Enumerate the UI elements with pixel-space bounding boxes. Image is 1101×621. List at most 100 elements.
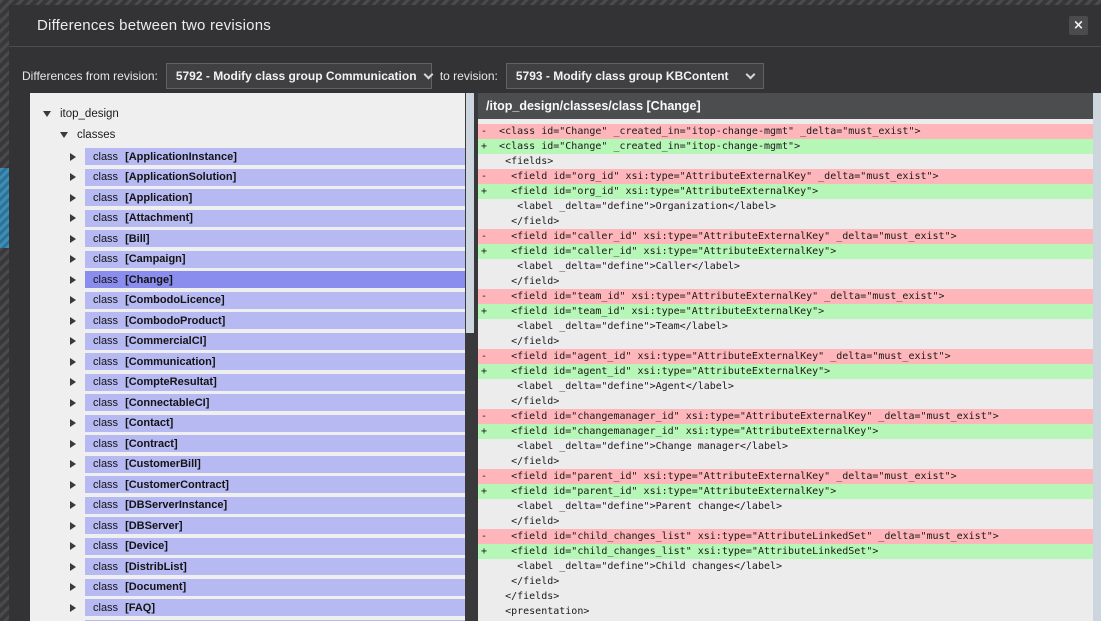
expand-icon[interactable]	[70, 522, 76, 530]
expand-icon[interactable]	[70, 378, 76, 386]
tree-class-row[interactable]: class [Device]	[30, 538, 466, 555]
tree-class-bar[interactable]: class [DistribList]	[85, 558, 465, 575]
tree-class-bar[interactable]: class [CommercialCI]	[85, 333, 465, 350]
tree-class-bar[interactable]: class [Device]	[85, 538, 465, 555]
tree-class-bar[interactable]: class [ApplicationSolution]	[85, 169, 465, 186]
class-tree-panel: itop_design classes class [ApplicationIn…	[30, 93, 466, 621]
tree-class-bar[interactable]: class [Campaign]	[85, 251, 465, 268]
tree-class-row[interactable]: class [Document]	[30, 579, 466, 596]
tree-node-itop-design[interactable]: itop_design	[30, 103, 466, 124]
desktop-blue-streak	[0, 168, 9, 248]
expand-icon[interactable]	[70, 337, 76, 345]
from-revision-select[interactable]: 5792 - Modify class group Communication	[166, 63, 432, 89]
tree-class-bar[interactable]: class [ConnectableCI]	[85, 394, 465, 411]
tree-class-row[interactable]: class [CommercialCI]	[30, 333, 466, 350]
tree-class-prefix: class	[93, 253, 118, 265]
tree-class-bar[interactable]: class [CombodoLicence]	[85, 292, 465, 309]
tree-class-row[interactable]: class [FAQ]	[30, 599, 466, 616]
tree-class-name: [CompteResultat]	[125, 376, 217, 388]
tree-class-row[interactable]: class [DBServerInstance]	[30, 497, 466, 514]
tree-class-bar[interactable]: class [CompteResultat]	[85, 374, 465, 391]
expand-icon[interactable]	[70, 235, 76, 243]
differences-dialog: Differences between two revisions × Diff…	[9, 5, 1101, 621]
diff-line: </fields>	[478, 589, 1093, 604]
tree-class-prefix: class	[93, 335, 118, 347]
tree-class-bar[interactable]: class [Bill]	[85, 230, 465, 247]
expand-icon[interactable]	[70, 563, 76, 571]
tree-class-bar[interactable]: class [DBServerInstance]	[85, 497, 465, 514]
expand-icon[interactable]	[70, 604, 76, 612]
tree-class-bar[interactable]: class [Application]	[85, 189, 465, 206]
expand-icon[interactable]	[70, 460, 76, 468]
tree-class-prefix: class	[93, 171, 118, 183]
expand-icon[interactable]	[70, 542, 76, 550]
expand-icon[interactable]	[70, 481, 76, 489]
tree-class-row[interactable]: class [ApplicationSolution]	[30, 169, 466, 186]
expand-icon[interactable]	[70, 583, 76, 591]
tree-class-row[interactable]: class [Attachment]	[30, 210, 466, 227]
expand-icon[interactable]	[70, 173, 76, 181]
tree-class-bar[interactable]: class [Contact]	[85, 415, 465, 432]
tree-class-prefix: class	[93, 520, 118, 532]
expand-icon[interactable]	[70, 419, 76, 427]
tree-scrollbar-thumb[interactable]	[466, 93, 474, 333]
tree-class-bar[interactable]: class [Document]	[85, 579, 465, 596]
tree-class-row[interactable]: class [CompteResultat]	[30, 374, 466, 391]
tree-class-row[interactable]: class [Application]	[30, 189, 466, 206]
tree-class-row[interactable]: class [CustomerBill]	[30, 456, 466, 473]
expand-icon[interactable]	[70, 214, 76, 222]
tree-node-classes[interactable]: classes	[30, 124, 466, 145]
tree-class-row[interactable]: class [Change]	[30, 271, 466, 288]
tree-class-row[interactable]: class [Bill]	[30, 230, 466, 247]
revision-controls: Differences from revision: 5792 - Modify…	[22, 62, 1091, 90]
collapse-icon[interactable]	[60, 132, 68, 138]
tree-class-row[interactable]: class [Contact]	[30, 415, 466, 432]
tree-class-name: [Campaign]	[125, 253, 186, 265]
tree-class-row[interactable]: class [DBServer]	[30, 517, 466, 534]
tree-class-row[interactable]: class [DistribList]	[30, 558, 466, 575]
diff-line: - <field id="agent_id" xsi:type="Attribu…	[478, 349, 1093, 364]
tree-class-row[interactable]: class [CombodoProduct]	[30, 312, 466, 329]
diff-scrollbar[interactable]	[1093, 93, 1101, 621]
expand-icon[interactable]	[70, 276, 76, 284]
from-revision-value: 5792 - Modify class group Communication	[176, 69, 417, 83]
tree-class-prefix: class	[93, 561, 118, 573]
expand-icon[interactable]	[70, 440, 76, 448]
tree-class-bar[interactable]: class [CustomerContract]	[85, 476, 465, 493]
tree-scrollbar[interactable]	[465, 93, 475, 621]
diff-line: - <field id="changemanager_id" xsi:type=…	[478, 409, 1093, 424]
tree-class-bar[interactable]: class [Attachment]	[85, 210, 465, 227]
tree-class-bar[interactable]: class [FAQ]	[85, 599, 465, 616]
expand-icon[interactable]	[70, 255, 76, 263]
tree-class-bar[interactable]: class [DBServer]	[85, 517, 465, 534]
tree-class-prefix: class	[93, 315, 118, 327]
close-button[interactable]: ×	[1069, 16, 1088, 35]
tree-class-bar[interactable]: class [Change]	[85, 271, 465, 288]
expand-icon[interactable]	[70, 501, 76, 509]
diff-line: <label _delta="define">Team</label>	[478, 319, 1093, 334]
tree-class-row[interactable]: class [CombodoLicence]	[30, 292, 466, 309]
collapse-icon[interactable]	[43, 111, 51, 117]
expand-icon[interactable]	[70, 296, 76, 304]
tree-class-row[interactable]: class [Campaign]	[30, 251, 466, 268]
tree-class-bar[interactable]: class [Contract]	[85, 435, 465, 452]
diff-line: </field>	[478, 334, 1093, 349]
tree-class-bar[interactable]: class [CustomerBill]	[85, 456, 465, 473]
tree-class-row[interactable]: class [ConnectableCI]	[30, 394, 466, 411]
tree-class-row[interactable]: class [CustomerContract]	[30, 476, 466, 493]
expand-icon[interactable]	[70, 194, 76, 202]
tree-class-row[interactable]: class [Communication]	[30, 353, 466, 370]
tree-class-row[interactable]: class [ApplicationInstance]	[30, 148, 466, 165]
diff-line: </field>	[478, 574, 1093, 589]
expand-icon[interactable]	[70, 399, 76, 407]
expand-icon[interactable]	[70, 358, 76, 366]
expand-icon[interactable]	[70, 317, 76, 325]
tree-class-row[interactable]: class [Contract]	[30, 435, 466, 452]
expand-icon[interactable]	[70, 153, 76, 161]
to-revision-select[interactable]: 5793 - Modify class group KBContent	[506, 63, 764, 89]
diff-line: <label _delta="define">Child changes</la…	[478, 559, 1093, 574]
tree-class-bar[interactable]: class [CombodoProduct]	[85, 312, 465, 329]
tree-class-bar[interactable]: class [Communication]	[85, 353, 465, 370]
tree-class-name: [Contact]	[125, 417, 173, 429]
tree-class-bar[interactable]: class [ApplicationInstance]	[85, 148, 465, 165]
